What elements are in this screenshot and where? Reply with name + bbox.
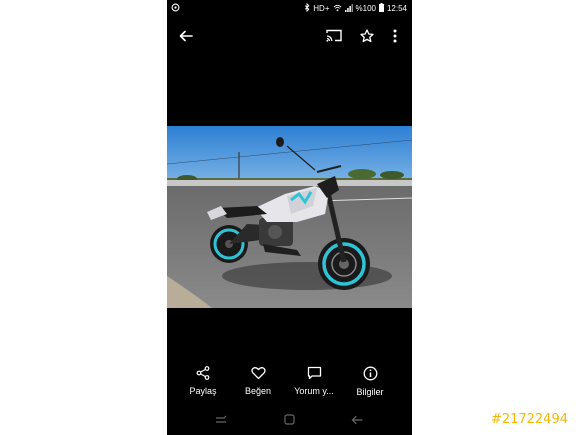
recent-apps-icon (215, 412, 227, 430)
motorcycle-photo[interactable] (167, 126, 412, 308)
top-app-bar (167, 24, 412, 52)
like-label: Beğen (244, 386, 272, 396)
share-button[interactable]: Paylaş (175, 366, 231, 396)
home-icon (283, 412, 295, 430)
bluetooth-icon (304, 2, 310, 15)
share-label: Paylaş (189, 386, 217, 396)
star-icon (360, 28, 374, 48)
like-button[interactable]: Beğen (230, 366, 286, 396)
recent-apps-button[interactable] (211, 411, 231, 431)
cast-icon (326, 29, 342, 47)
system-nav-bar (167, 408, 412, 435)
info-icon (363, 366, 378, 383)
battery-level: %100 (355, 4, 376, 13)
battery-icon (378, 3, 384, 15)
back-button[interactable] (176, 28, 196, 48)
more-options-button[interactable] (385, 28, 405, 48)
system-back-button[interactable] (347, 411, 367, 431)
signal-icon (344, 3, 353, 15)
status-bar: HD+ %100 12:54 (167, 0, 412, 16)
photo-actions-bar: Paylaş Beğen Yorum y... Bilgiler (167, 366, 412, 406)
share-icon (196, 366, 210, 382)
more-vert-icon (393, 29, 397, 48)
clock: 12:54 (386, 4, 407, 13)
favorite-button[interactable] (357, 28, 377, 48)
camera-status-icon (171, 3, 180, 14)
comment-label: Yorum y... (294, 386, 334, 396)
comment-icon (307, 366, 322, 382)
phone-screen: HD+ %100 12:54 Paylaş Beğen Yorum y... B… (167, 0, 412, 435)
wifi-icon (333, 4, 342, 15)
info-button[interactable]: Bilgiler (342, 366, 398, 397)
info-label: Bilgiler (356, 387, 384, 397)
heart-icon (250, 367, 266, 382)
home-button[interactable] (279, 411, 299, 431)
back-arrow-icon (351, 412, 363, 430)
arrow-left-icon (179, 29, 193, 48)
comment-button[interactable]: Yorum y... (286, 366, 342, 396)
cast-button[interactable] (324, 28, 344, 48)
network-type: HD+ (313, 4, 330, 13)
listing-id-watermark: #21722494 (490, 412, 568, 427)
